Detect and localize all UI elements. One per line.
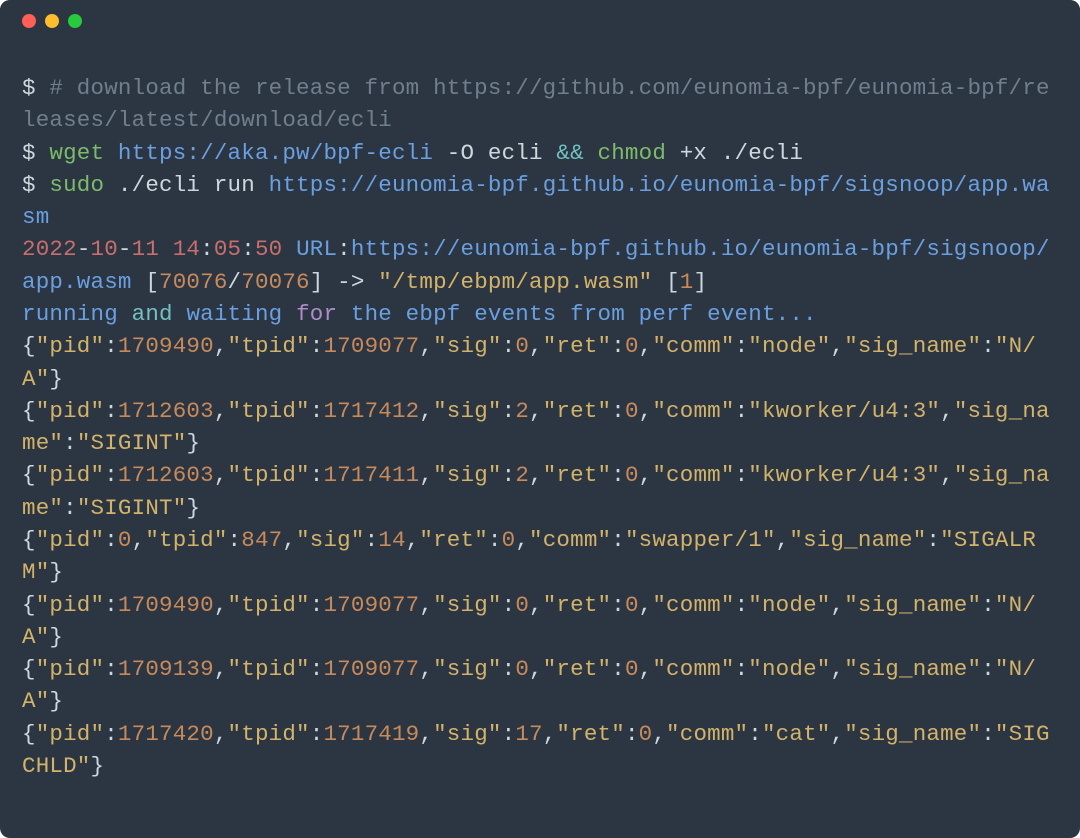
sudo-cmd: sudo <box>49 172 104 198</box>
url-label: URL <box>296 236 337 262</box>
colon: : <box>200 236 214 262</box>
ecli-path: ./ecli <box>118 172 200 198</box>
dl-month: 10 <box>91 236 118 262</box>
dl-day: 11 <box>132 236 159 262</box>
rbracket: ] <box>310 269 324 295</box>
rbracket: ] <box>693 269 707 295</box>
wget-cmd: wget <box>49 140 104 166</box>
slash: / <box>228 269 242 295</box>
dash: - <box>77 236 91 262</box>
run-word: run <box>214 172 255 198</box>
prompt: $ <box>22 172 36 198</box>
chmod-cmd: chmod <box>598 140 667 166</box>
lbracket: [ <box>666 269 680 295</box>
dl-min: 05 <box>214 236 241 262</box>
dl-sec: 50 <box>255 236 282 262</box>
close-icon[interactable] <box>22 14 36 28</box>
dash: - <box>118 236 132 262</box>
colon: : <box>337 236 351 262</box>
and-op: && <box>556 140 583 166</box>
arrow: -> <box>337 269 364 295</box>
dl-hour: 14 <box>173 236 200 262</box>
dl-size2: 70076 <box>241 269 310 295</box>
wget-url: https://aka.pw/bpf-ecli <box>118 140 433 166</box>
prompt: $ <box>22 75 36 101</box>
dl-out: "/tmp/ebpm/app.wasm" <box>378 269 652 295</box>
window-titlebar <box>0 0 1080 34</box>
dl-one: 1 <box>680 269 694 295</box>
for-word: for <box>296 301 337 327</box>
and-word: and <box>132 301 173 327</box>
wget-outfile: ecli <box>488 140 543 166</box>
terminal-output[interactable]: $ # download the release from https://gi… <box>0 34 1080 792</box>
maximize-icon[interactable] <box>68 14 82 28</box>
lbracket: [ <box>145 269 159 295</box>
waiting-word: waiting <box>186 301 282 327</box>
colon: : <box>241 236 255 262</box>
wget-flag-O: -O <box>447 140 474 166</box>
comment-line: # download the release from https://gith… <box>22 75 1050 133</box>
running-word: running <box>22 301 118 327</box>
chmod-mode: +x <box>680 140 707 166</box>
minimize-icon[interactable] <box>45 14 59 28</box>
dl-year: 2022 <box>22 236 77 262</box>
dl-size1: 70076 <box>159 269 228 295</box>
running-rest: the ebpf events from perf event... <box>351 301 817 327</box>
chmod-path: ./ecli <box>721 140 803 166</box>
terminal-window: $ # download the release from https://gi… <box>0 0 1080 838</box>
event-log: {"pid":1709490,"tpid":1709077,"sig":0,"r… <box>22 333 1050 779</box>
prompt: $ <box>22 140 36 166</box>
